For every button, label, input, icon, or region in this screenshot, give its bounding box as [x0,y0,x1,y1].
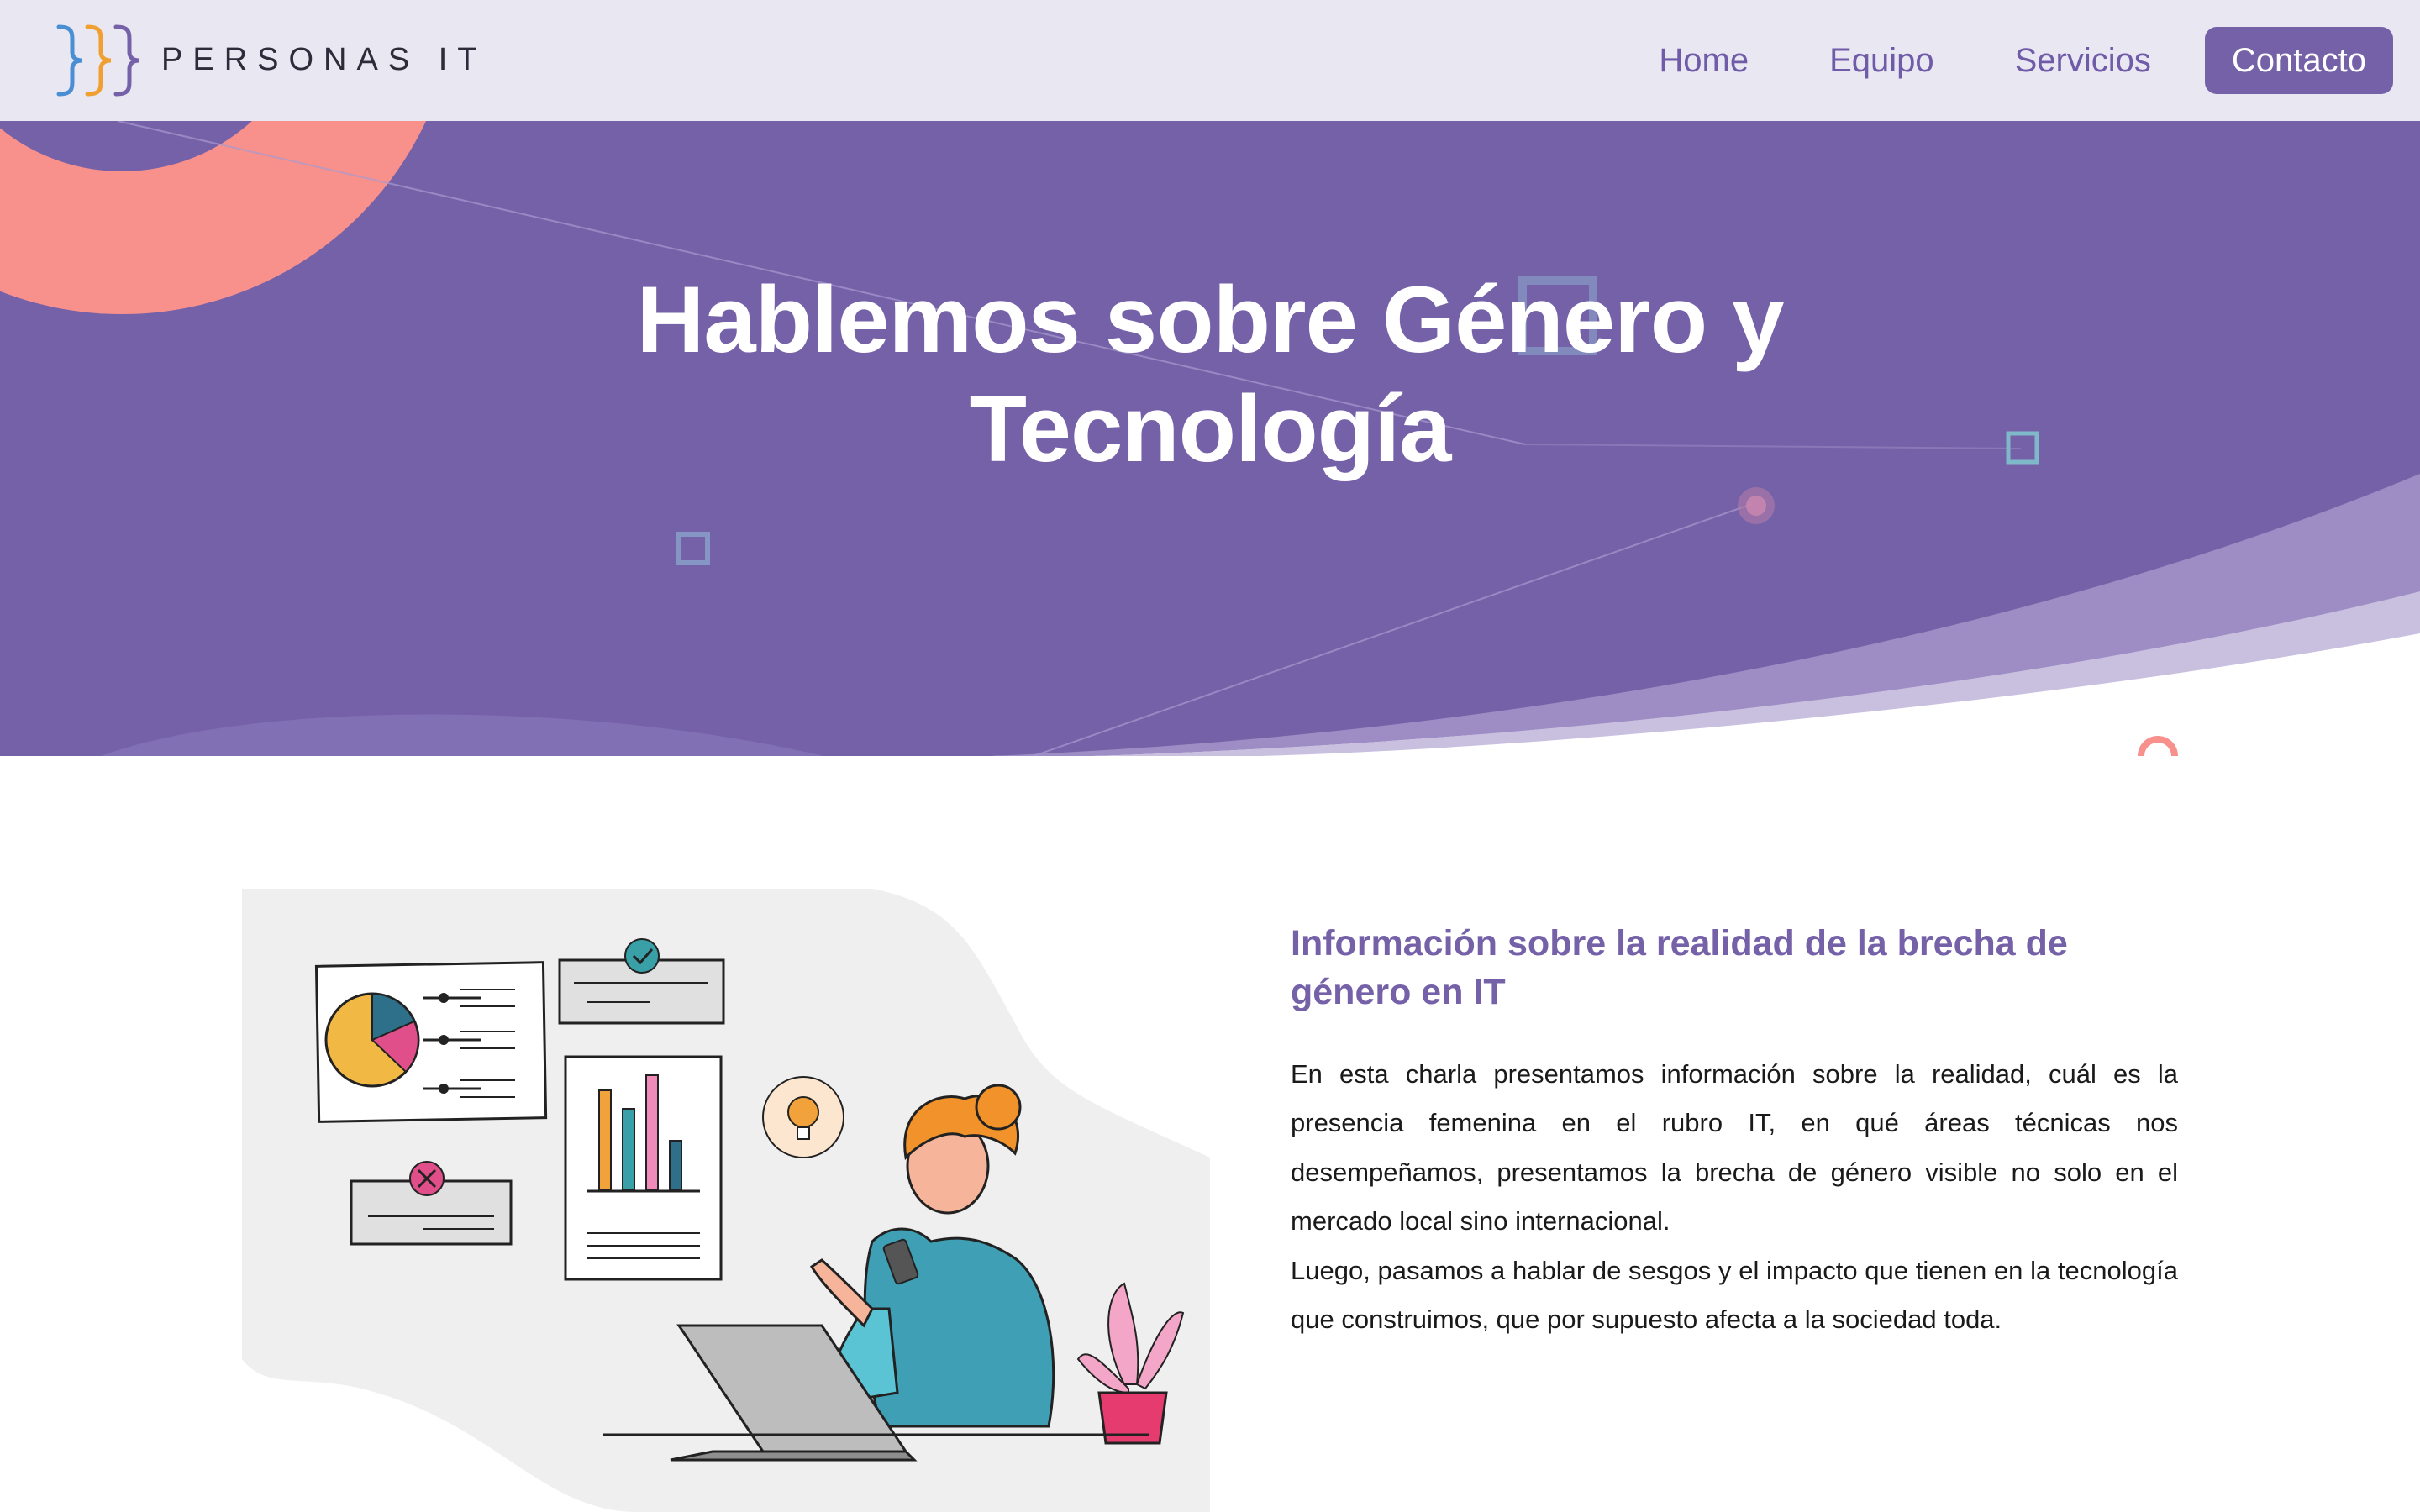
brand-logo-link[interactable]: PERSONAS IT [54,24,477,97]
info-section: Información sobre la realidad de la brec… [1291,919,2178,1344]
section-body: En esta charla presentamos información s… [1291,1050,2178,1344]
hero-title: Hablemos sobre Género y Tecnología [636,267,1784,481]
contact-button[interactable]: Contacto [2204,27,2393,94]
main-nav: Home Equipo Servicios Contacto [1578,27,2393,94]
section-heading: Información sobre la realidad de la brec… [1291,923,2068,1012]
top-navbar: PERSONAS IT Home Equipo Servicios Contac… [0,0,2420,121]
nav-link-home[interactable]: Home [1659,42,1749,80]
brand-name: PERSONAS IT [161,42,487,77]
brand-logo-icon [56,24,140,97]
section-paragraph: En esta charla presentamos información s… [1291,1059,2178,1236]
woman-analytics-illustration [242,889,1210,1512]
section-paragraph: Luego, pasamos a hablar de sesgos y el i… [1291,1255,2178,1335]
nav-link-equipo[interactable]: Equipo [1829,42,1934,80]
hero-banner: Hablemos sobre Género y Tecnología [0,121,2420,756]
nav-link-servicios[interactable]: Servicios [2015,42,2151,80]
